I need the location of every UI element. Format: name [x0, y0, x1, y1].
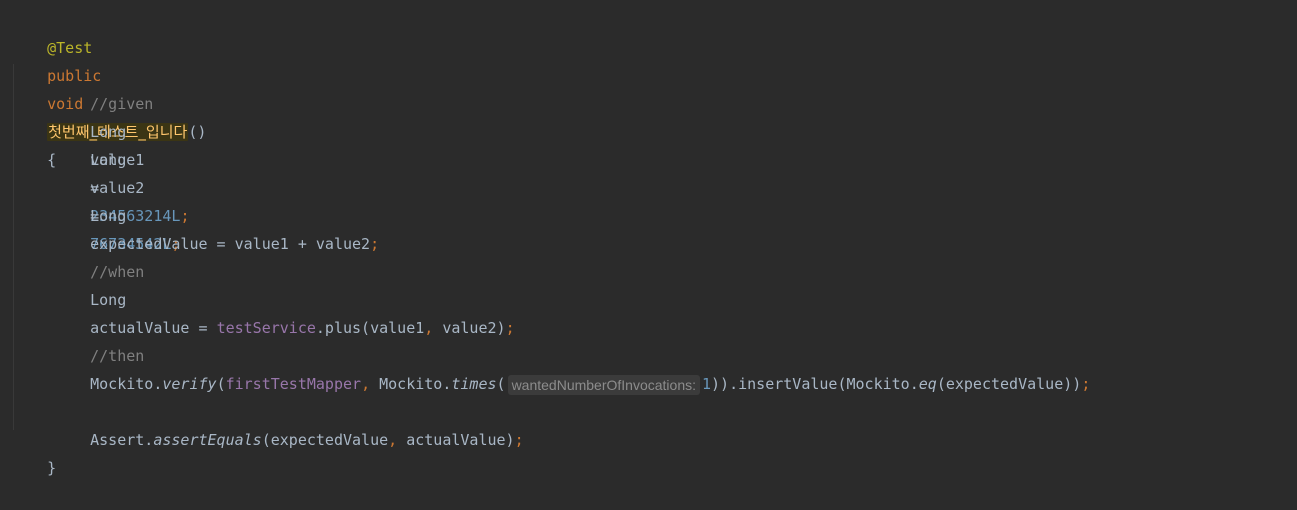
plus-call: .plus(value1: [315, 319, 425, 337]
assert-args-first: (expectedValue: [261, 431, 389, 449]
field-test-service: testService: [216, 319, 316, 337]
semicolon: ;: [1081, 375, 1091, 393]
code-line-value2[interactable]: Long value2 = 76734542L;: [54, 118, 180, 253]
semicolon: ;: [514, 431, 524, 449]
code-line-close[interactable]: }: [11, 426, 56, 477]
code-line-actual[interactable]: Long actualValue = testService.plus(valu…: [54, 258, 514, 337]
code-line-then-comment[interactable]: //then: [54, 314, 144, 365]
plus-args-rest: value2): [433, 319, 506, 337]
field-first-test-mapper: firstTestMapper: [225, 375, 362, 393]
comma: ,: [388, 431, 398, 449]
type-long: Long: [90, 207, 127, 225]
code-line-assert[interactable]: Assert.assertEquals(expectedValue, actua…: [54, 398, 524, 449]
parameter-hint: wantedNumberOfInvocations:: [507, 374, 700, 395]
type-long: Long: [90, 151, 127, 169]
open-paren: (: [496, 375, 506, 393]
code-line-signature[interactable]: public void 첫번째_테스트_입니다() {: [11, 34, 206, 169]
assert-equals-method: assertEquals: [153, 431, 262, 449]
eq-args: (expectedValue)): [936, 375, 1082, 393]
code-line-expected[interactable]: Long expectedValue = value1 + value2;: [54, 174, 379, 253]
insert-value-call: )).insertValue(Mockito.: [711, 375, 919, 393]
assert-object: Assert.: [90, 431, 154, 449]
comma: ,: [424, 319, 434, 337]
code-line-when-comment[interactable]: //when: [54, 230, 144, 281]
close-brace: }: [47, 459, 57, 477]
assert-args-second: actualValue): [397, 431, 515, 449]
mockito-object: Mockito.: [90, 375, 163, 393]
type-long: Long: [90, 291, 127, 309]
code-line-value1[interactable]: Long value1 = 234563214L;: [54, 90, 189, 225]
times-method: times: [451, 375, 497, 393]
code-line-verify[interactable]: Mockito.verify(firstTestMapper, Mockito.…: [54, 342, 1090, 395]
semicolon: ;: [370, 235, 380, 253]
semicolon: ;: [180, 207, 190, 225]
code-editor[interactable]: @Test public void 첫번째_테스트_입니다() { //give…: [0, 0, 1297, 477]
times-count: 1: [702, 375, 712, 393]
code-line-given-comment[interactable]: //given: [54, 62, 153, 113]
open-paren: (: [216, 375, 226, 393]
comma: ,: [361, 375, 371, 393]
code-line-annotation[interactable]: @Test: [11, 6, 92, 57]
method-params: (): [188, 123, 207, 141]
semicolon: ;: [505, 319, 515, 337]
eq-method: eq: [918, 375, 937, 393]
mockito-object: Mockito.: [370, 375, 452, 393]
verify-method: verify: [162, 375, 217, 393]
